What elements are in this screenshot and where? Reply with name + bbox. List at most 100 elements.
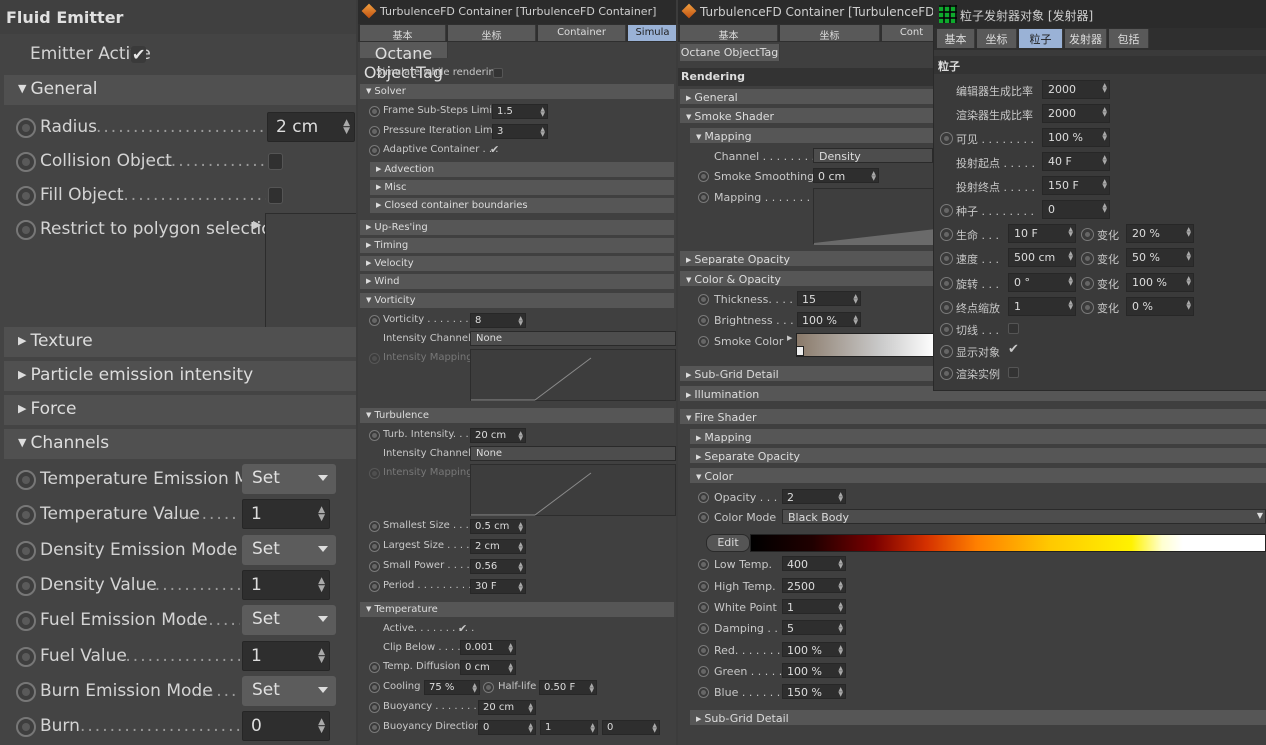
intensity-mapping-graph[interactable] xyxy=(470,349,676,401)
fill-animate-radio[interactable] xyxy=(16,186,36,206)
temp-mode-animate-radio[interactable] xyxy=(16,470,36,490)
fuel-mode-dropdown[interactable]: Set xyxy=(242,605,336,635)
brightness-radio[interactable] xyxy=(698,315,709,326)
mapping-radio[interactable] xyxy=(698,192,709,203)
tab-include[interactable]: 包括 xyxy=(1109,29,1149,48)
render-instances-radio[interactable] xyxy=(940,367,953,380)
rotation-field[interactable]: 0 ° ▲ ▼ xyxy=(1008,273,1076,292)
section-fire-color[interactable]: ▼ Color xyxy=(690,468,1266,483)
show-objects-checkmark[interactable]: ✔ xyxy=(1008,342,1019,357)
small-power-radio[interactable] xyxy=(369,561,380,572)
opacity-field[interactable]: 2 ▲ ▼ xyxy=(782,489,846,504)
blackbody-gradient[interactable] xyxy=(750,534,1266,552)
tab-coord[interactable]: 坐标 xyxy=(977,29,1017,48)
temp-mode-dropdown[interactable]: Set xyxy=(242,464,336,494)
buoyancy-direction-radio[interactable] xyxy=(369,722,380,733)
restrict-animate-radio[interactable] xyxy=(16,220,36,240)
spinner-icon[interactable]: ▲ ▼ xyxy=(518,522,523,533)
end-scale-variation-field[interactable]: 0 % ▲ ▼ xyxy=(1126,297,1194,316)
section-turbulence[interactable]: ▼ Turbulence xyxy=(360,408,674,423)
density-value-field[interactable]: 1 ▲ ▼ xyxy=(242,570,330,600)
spinner-icon[interactable]: ▲ ▼ xyxy=(472,683,477,694)
intensity-mapping2-radio[interactable] xyxy=(369,468,380,479)
spinner-icon[interactable]: ▲ ▼ xyxy=(540,127,545,138)
green-field[interactable]: 100 % ▲ ▼ xyxy=(782,663,846,678)
spinner-icon[interactable]: ▲ ▼ xyxy=(518,316,523,327)
clip-below-field[interactable]: 0.001 ▲ ▼ xyxy=(460,640,516,655)
section-force[interactable]: ▶ Force xyxy=(4,395,356,425)
spinner-icon[interactable]: ▲ ▼ xyxy=(318,506,325,523)
rotation-radio[interactable] xyxy=(940,277,953,290)
end-scale-field[interactable]: 1 ▲ ▼ xyxy=(1008,297,1076,316)
tab-simulation[interactable]: Simula xyxy=(628,25,676,41)
pressure-radio[interactable] xyxy=(369,126,380,137)
density-mode-animate-radio[interactable] xyxy=(16,541,36,561)
spinner-icon[interactable]: ▲ ▼ xyxy=(1186,227,1191,238)
rotation-variation-radio[interactable] xyxy=(1081,277,1094,290)
collision-checkbox[interactable] xyxy=(268,153,283,170)
spinner-icon[interactable]: ▲ ▼ xyxy=(343,119,350,136)
visible-radio[interactable] xyxy=(940,132,953,145)
section-advection[interactable]: ▶ Advection xyxy=(370,162,674,177)
edit-button[interactable]: Edit xyxy=(706,534,750,552)
spinner-icon[interactable]: ▲ ▼ xyxy=(1186,276,1191,287)
section-misc[interactable]: ▶ Misc xyxy=(370,180,674,195)
largest-size-radio[interactable] xyxy=(369,541,380,552)
section-general[interactable]: ▼ General xyxy=(4,75,356,105)
gradient-knot-icon[interactable] xyxy=(796,346,804,356)
tab-octane-objecttag[interactable]: Octane ObjectTag xyxy=(360,42,448,82)
vorticity-radio[interactable] xyxy=(369,315,380,326)
brightness-field[interactable]: 100 % ▲ ▼ xyxy=(797,312,861,327)
spinner-icon[interactable]: ▲ ▼ xyxy=(652,723,657,734)
color-mode-radio[interactable] xyxy=(698,512,709,523)
buoyancy-field[interactable]: 20 cm ▲ ▼ xyxy=(478,700,536,715)
spinner-icon[interactable]: ▲ ▼ xyxy=(1068,227,1073,238)
red-radio[interactable] xyxy=(698,645,709,656)
smoke-color-gradient[interactable] xyxy=(796,333,936,357)
spinner-icon[interactable]: ▲ ▼ xyxy=(1068,251,1073,262)
section-vorticity[interactable]: ▼ Vorticity xyxy=(360,293,674,308)
buoyancy-radio[interactable] xyxy=(369,702,380,713)
smoke-smoothing-radio[interactable] xyxy=(698,171,709,182)
spinner-icon[interactable]: ▲ ▼ xyxy=(838,687,843,698)
high-temp-radio[interactable] xyxy=(698,581,709,592)
expand-right-icon[interactable]: ▶ xyxy=(787,334,792,342)
smoke-color-radio[interactable] xyxy=(698,336,709,347)
spinner-icon[interactable]: ▲ ▼ xyxy=(1068,300,1073,311)
tab-coord[interactable]: 坐标 xyxy=(780,25,880,42)
temp-diffusion-field[interactable]: 0 cm ▲ ▼ xyxy=(460,660,516,675)
tangential-radio[interactable] xyxy=(940,323,953,336)
vorticity-field[interactable]: 8 ▲ ▼ xyxy=(470,313,526,328)
low-temp-field[interactable]: 400 ▲ ▼ xyxy=(782,556,846,571)
speed-variation-field[interactable]: 50 % ▲ ▼ xyxy=(1126,248,1194,267)
frame-substeps-radio[interactable] xyxy=(369,106,380,117)
visible-field[interactable]: 100 % ▲ ▼ xyxy=(1042,128,1110,147)
tangential-checkbox[interactable] xyxy=(1008,323,1019,334)
temp-value-field[interactable]: 1 ▲ ▼ xyxy=(242,499,330,529)
spinner-icon[interactable]: ▲ ▼ xyxy=(853,294,858,305)
spinner-icon[interactable]: ▲ ▼ xyxy=(871,171,876,182)
fuel-mode-animate-radio[interactable] xyxy=(16,611,36,631)
render-rate-field[interactable]: 2000 ▲ ▼ xyxy=(1042,104,1110,123)
life-field[interactable]: 10 F ▲ ▼ xyxy=(1008,224,1076,243)
spinner-icon[interactable]: ▲ ▼ xyxy=(508,663,513,674)
adaptive-checkmark[interactable]: ✔ xyxy=(490,143,499,156)
section-timing[interactable]: ▶ Timing xyxy=(360,238,674,253)
small-power-field[interactable]: 0.56 ▲ ▼ xyxy=(470,559,526,574)
green-radio[interactable] xyxy=(698,666,709,677)
start-field[interactable]: 40 F ▲ ▼ xyxy=(1042,152,1110,171)
spinner-icon[interactable]: ▲ ▼ xyxy=(590,723,595,734)
spinner-icon[interactable]: ▲ ▼ xyxy=(1102,203,1107,214)
seed-radio[interactable] xyxy=(940,204,953,217)
section-fire-separate-opacity[interactable]: ▶ Separate Opacity xyxy=(690,448,1266,463)
expand-right-icon[interactable]: ▶ xyxy=(253,218,261,231)
tab-octane-objecttag[interactable]: Octane ObjectTag xyxy=(680,44,780,61)
tab-particle[interactable]: 粒子 xyxy=(1019,29,1063,48)
density-value-animate-radio[interactable] xyxy=(16,576,36,596)
tab-basic[interactable]: 基本 xyxy=(680,25,778,42)
spinner-icon[interactable]: ▲ ▼ xyxy=(508,643,513,654)
density-mode-dropdown[interactable]: Set xyxy=(242,535,336,565)
spinner-icon[interactable]: ▲ ▼ xyxy=(528,703,533,714)
spinner-icon[interactable]: ▲ ▼ xyxy=(318,577,325,594)
life-variation-radio[interactable] xyxy=(1081,228,1094,241)
